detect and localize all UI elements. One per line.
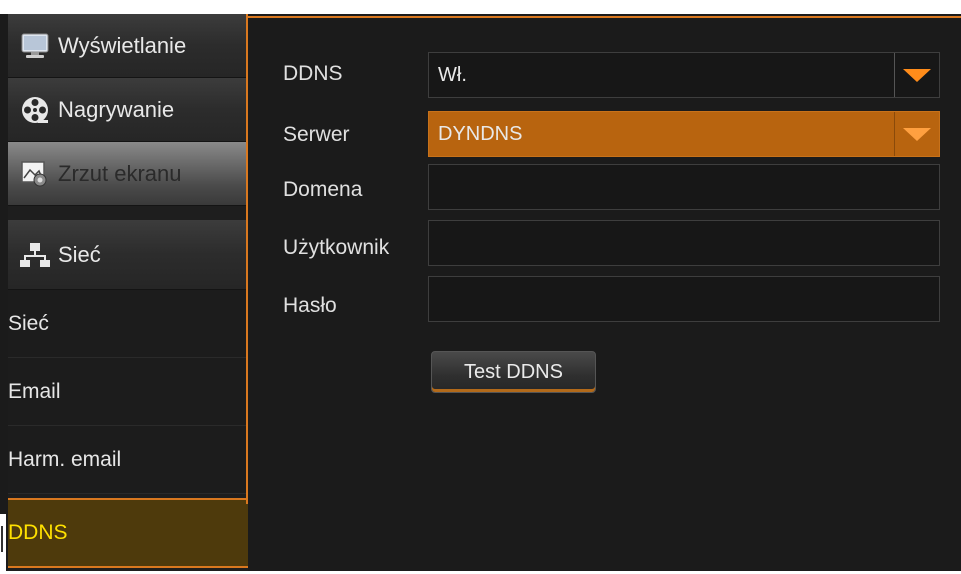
sidebar-item-label: DDNS <box>8 521 68 544</box>
password-field[interactable] <box>428 276 940 322</box>
sidebar-divider <box>246 14 248 504</box>
server-label: Serwer <box>283 123 350 146</box>
network-icon <box>18 240 52 270</box>
ddns-label: DDNS <box>283 62 343 85</box>
sidebar-category-record[interactable]: Nagrywanie <box>8 78 248 142</box>
domain-label: Domena <box>283 178 363 201</box>
sidebar-item-label: Harm. email <box>8 447 122 471</box>
chevron-down-icon <box>903 68 931 82</box>
server-select[interactable]: DYNDNS <box>428 111 940 157</box>
scroll-marker <box>0 514 6 574</box>
sidebar-item-email[interactable]: Email <box>8 358 248 426</box>
user-label: Użytkownik <box>283 236 390 259</box>
sidebar-category-label: Zrzut ekranu <box>58 160 182 186</box>
dropdown-button[interactable] <box>894 112 939 156</box>
sidebar-item-label: Sieć <box>8 311 49 335</box>
app-window: Wyświetlanie Nagrywanie Zrzut ekranu Sie… <box>0 14 961 574</box>
username-field[interactable] <box>428 220 940 266</box>
ddns-select-value: Wł. <box>438 63 467 86</box>
sidebar-item-email-schedule[interactable]: Harm. email <box>8 426 248 494</box>
monitor-icon <box>18 31 52 61</box>
test-ddns-button[interactable]: Test DDNS <box>431 351 596 393</box>
sidebar-category-label: Sieć <box>58 241 101 267</box>
sidebar-category-label: Wyświetlanie <box>58 32 187 58</box>
content-top-border <box>248 16 961 18</box>
sidebar-category-snapshot[interactable]: Zrzut ekranu <box>8 142 248 206</box>
sidebar-item-ddns[interactable]: DDNS <box>8 498 248 568</box>
film-reel-icon <box>18 95 52 125</box>
sidebar: Wyświetlanie Nagrywanie Zrzut ekranu Sie… <box>8 14 248 571</box>
sidebar-item-label: Email <box>8 379 61 403</box>
snapshot-icon <box>18 159 52 189</box>
dropdown-button[interactable] <box>894 53 939 97</box>
domain-field[interactable] <box>428 164 940 210</box>
chevron-down-icon <box>903 127 931 141</box>
ddns-select[interactable]: Wł. <box>428 52 940 98</box>
sidebar-category-display[interactable]: Wyświetlanie <box>8 14 248 78</box>
sidebar-item-network[interactable]: Sieć <box>8 290 248 358</box>
sidebar-category-label: Nagrywanie <box>58 96 175 122</box>
sidebar-category-network[interactable]: Sieć <box>8 220 248 290</box>
server-select-value: DYNDNS <box>438 122 523 145</box>
password-label: Hasło <box>283 294 337 317</box>
